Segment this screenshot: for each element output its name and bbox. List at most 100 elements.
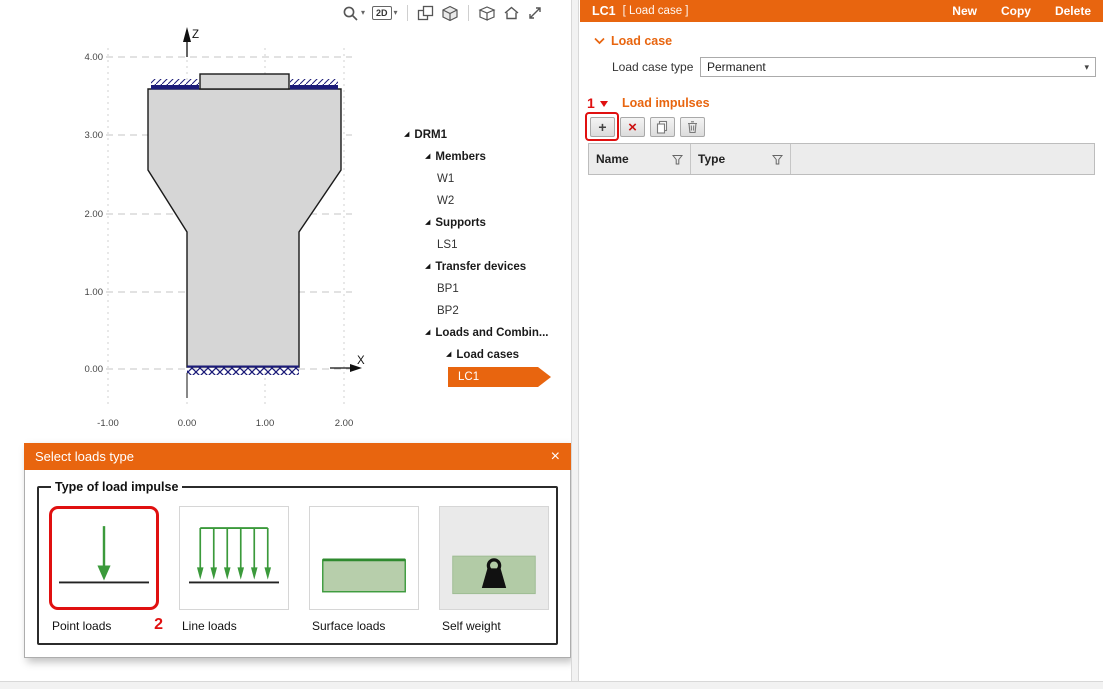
self-weight-label: Self weight <box>439 619 549 633</box>
load-case-type-select[interactable]: Permanent ▾ <box>700 57 1096 77</box>
copy-load-impulse-button[interactable] <box>650 117 675 137</box>
column-header-name[interactable]: Name <box>589 144 691 174</box>
tree-item-bp1[interactable]: BP1 <box>395 278 580 300</box>
dialog-titlebar[interactable]: Select loads type × <box>24 443 571 470</box>
tree-item-supports[interactable]: ◢Supports <box>395 212 580 234</box>
new-button[interactable]: New <box>952 4 977 18</box>
trash-icon <box>686 120 699 134</box>
x-tick: 2.00 <box>335 418 354 429</box>
self-weight-card[interactable] <box>439 506 549 610</box>
delete-button[interactable]: Delete <box>1055 4 1091 18</box>
tree-item-transfer-devices[interactable]: ◢Transfer devices <box>395 256 580 278</box>
line-load-icon <box>184 513 284 603</box>
cube-icon <box>441 5 459 22</box>
load-case-type-value: Permanent <box>707 60 766 74</box>
annotation-highlight-box <box>585 112 619 141</box>
point-loads-card[interactable] <box>49 506 159 610</box>
tree-item-members[interactable]: ◢Members <box>395 146 580 168</box>
surface-loads-label: Surface loads <box>309 619 419 633</box>
line-support[interactable] <box>187 367 299 376</box>
properties-header: LC1 [ Load case ] New Copy Delete <box>580 0 1103 22</box>
toolbar-separator <box>468 5 469 21</box>
load-impulses-section-title[interactable]: Load impulses <box>622 96 710 110</box>
surface-loads-card[interactable] <box>309 506 419 610</box>
tree-item-w1[interactable]: W1 <box>395 168 580 190</box>
line-loads-card[interactable] <box>179 506 289 610</box>
tree-item-ls1[interactable]: LS1 <box>395 234 580 256</box>
properties-panel: LC1 [ Load case ] New Copy Delete Load c… <box>580 0 1103 689</box>
chevron-down-icon[interactable] <box>594 37 605 45</box>
tree-item-w2[interactable]: W2 <box>395 190 580 212</box>
header-actions: New Copy Delete <box>952 4 1091 18</box>
filter-icon[interactable] <box>672 154 683 165</box>
point-load-icon <box>54 513 154 603</box>
column-header-empty <box>791 144 1094 174</box>
self-weight-icon <box>444 513 544 603</box>
delete-load-impulse-button[interactable] <box>680 117 705 137</box>
line-loads-label: Line loads <box>179 619 289 633</box>
tree-item-bp2[interactable]: BP2 <box>395 300 580 322</box>
chevron-down-icon[interactable]: ▾ <box>361 9 365 17</box>
remove-load-impulse-button[interactable]: × <box>620 117 645 137</box>
structure-shape[interactable] <box>148 74 341 367</box>
wireframe-view-button[interactable] <box>478 5 496 22</box>
y-tick: 4.00 <box>85 52 104 63</box>
solid-view-button[interactable] <box>441 5 459 22</box>
x-tick: 1.00 <box>256 418 275 429</box>
annotation-step-1: 1 <box>587 95 595 111</box>
tree-item-lc1[interactable]: LC1 <box>395 366 580 388</box>
view-mode-button[interactable]: 2D ▾ <box>372 6 398 20</box>
expand-icon[interactable]: ◢ <box>425 212 430 234</box>
x-tick: 0.00 <box>178 418 197 429</box>
x-axis-label: X <box>357 355 365 367</box>
project-tree: ◢DRM1 ◢Members W1 W2 ◢Supports LS1 ◢Tran… <box>395 124 580 388</box>
expand-icon[interactable]: ◢ <box>446 344 451 366</box>
dialog-body: Type of load impulse <box>24 470 571 658</box>
tree-item-lc1-selected-banner[interactable]: LC1 <box>448 367 538 387</box>
home-icon <box>503 5 520 21</box>
load-case-type-label: Load case type <box>612 60 693 74</box>
point-loads-label: Point loads2 <box>49 619 159 633</box>
close-icon[interactable]: × <box>551 449 560 465</box>
load-impulses-table-header: Name Type <box>588 143 1095 175</box>
red-x-icon: × <box>628 120 637 135</box>
x-tick: -1.00 <box>97 418 119 429</box>
search-icon <box>342 5 359 22</box>
group-title: Type of load impulse <box>51 480 182 494</box>
filter-icon[interactable] <box>772 154 783 165</box>
bottom-scrollbar-strip[interactable] <box>0 681 1103 689</box>
zoom-tool-button[interactable]: ▾ <box>342 5 365 22</box>
y-tick: 0.00 <box>85 364 104 375</box>
y-tick: 1.00 <box>85 287 104 298</box>
copy-button[interactable]: Copy <box>1001 4 1031 18</box>
tree-item-load-cases[interactable]: ◢Load cases <box>395 344 580 366</box>
view-mode-2d[interactable]: 2D <box>372 6 392 20</box>
axonometry-icon <box>417 5 434 22</box>
selected-object-title: LC1 <box>592 4 616 18</box>
load-case-section-title[interactable]: Load case <box>611 34 672 48</box>
surface-load-icon <box>314 513 414 603</box>
dialog-title: Select loads type <box>35 449 134 464</box>
copy-icon <box>656 120 669 134</box>
tree-item-drm1[interactable]: ◢DRM1 <box>395 124 580 146</box>
z-axis-label: Z <box>192 29 199 41</box>
expand-icon[interactable]: ◢ <box>404 124 409 146</box>
load-impulse-type-group: Type of load impulse <box>37 480 558 645</box>
panel-divider[interactable] <box>571 0 579 689</box>
axonometry-view-button[interactable] <box>417 5 434 22</box>
home-view-button[interactable] <box>503 5 520 21</box>
y-tick: 3.00 <box>85 130 104 141</box>
load-type-cards <box>49 506 556 610</box>
annotation-arrow-icon <box>600 101 608 107</box>
zoom-all-button[interactable] <box>527 5 543 21</box>
annotation-step-2: 2 <box>154 616 163 634</box>
expand-icon[interactable]: ◢ <box>425 256 430 278</box>
expand-icon[interactable]: ◢ <box>425 146 430 168</box>
tree-item-loads-and-combinations[interactable]: ◢Loads and Combin... <box>395 322 580 344</box>
toolbar-separator <box>407 5 408 21</box>
app-window: 4.00 3.00 2.00 1.00 0.00 -1.00 0.00 1.00… <box>0 0 1103 689</box>
load-type-labels: Point loads2 Line loads Surface loads Se… <box>49 619 556 633</box>
chevron-down-icon[interactable]: ▾ <box>394 9 398 17</box>
expand-icon[interactable]: ◢ <box>425 322 430 344</box>
column-header-type[interactable]: Type <box>691 144 791 174</box>
